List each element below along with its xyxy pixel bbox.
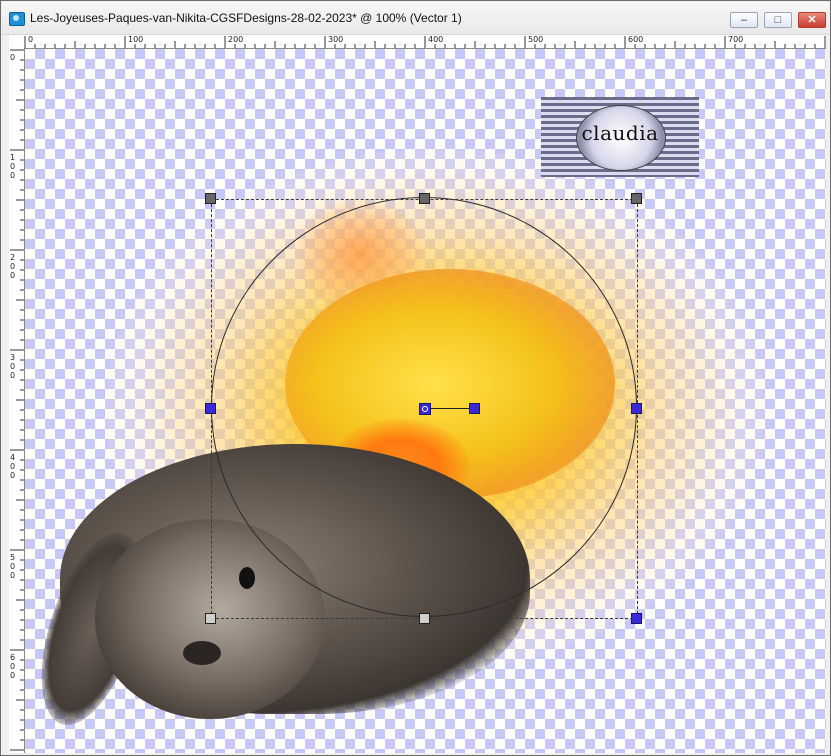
- ruler-label: 400: [10, 453, 16, 480]
- maximize-icon: □: [774, 14, 782, 26]
- rotation-handle[interactable]: [469, 403, 480, 414]
- document-window: Les-Joyeuses-Paques-van-Nikita-CGSFDesig…: [0, 0, 831, 756]
- minimize-button[interactable]: –: [730, 12, 758, 28]
- ruler-label: 500: [528, 35, 544, 44]
- handle-top-left[interactable]: [205, 193, 216, 204]
- handle-middle-right[interactable]: [631, 403, 642, 414]
- ruler-label: 600: [10, 653, 16, 680]
- ruler-label: 700: [728, 35, 744, 44]
- window-title: Les-Joyeuses-Paques-van-Nikita-CGSFDesig…: [30, 11, 462, 25]
- close-button[interactable]: ✕: [798, 12, 826, 28]
- horizontal-ruler[interactable]: 0 100 200 300 400 500 600 700: [9, 35, 826, 49]
- ruler-label: 300: [328, 35, 344, 44]
- ruler-label: 0: [10, 53, 16, 62]
- ruler-label: 600: [628, 35, 644, 44]
- ruler-label: 200: [10, 253, 16, 280]
- handle-top-right[interactable]: [631, 193, 642, 204]
- bunny-nose: [183, 641, 221, 665]
- ruler-label: 400: [428, 35, 444, 44]
- ruler-label: 200: [228, 35, 244, 44]
- title-bar[interactable]: Les-Joyeuses-Paques-van-Nikita-CGSFDesig…: [2, 2, 829, 35]
- watermark-text: claudia: [581, 121, 659, 145]
- ruler-label: 300: [10, 353, 16, 380]
- maximize-button[interactable]: □: [764, 12, 792, 28]
- handle-bottom-left[interactable]: [205, 613, 216, 624]
- ruler-label: 500: [10, 553, 16, 580]
- pivot-handle[interactable]: [419, 403, 431, 415]
- handle-top-middle[interactable]: [419, 193, 430, 204]
- image-canvas[interactable]: claudia: [25, 49, 826, 753]
- minimize-icon: –: [740, 14, 748, 26]
- ruler-label: 100: [10, 153, 16, 180]
- vertical-ruler[interactable]: 0 100 200 300 400 500 600: [9, 48, 25, 753]
- close-icon: ✕: [807, 14, 817, 26]
- rotation-line: [431, 408, 469, 409]
- app-icon[interactable]: [9, 12, 25, 26]
- ruler-label: 100: [128, 35, 144, 44]
- handle-middle-left[interactable]: [205, 403, 216, 414]
- handle-bottom-right[interactable]: [631, 613, 642, 624]
- handle-bottom-middle[interactable]: [419, 613, 430, 624]
- ruler-label: 0: [28, 35, 34, 44]
